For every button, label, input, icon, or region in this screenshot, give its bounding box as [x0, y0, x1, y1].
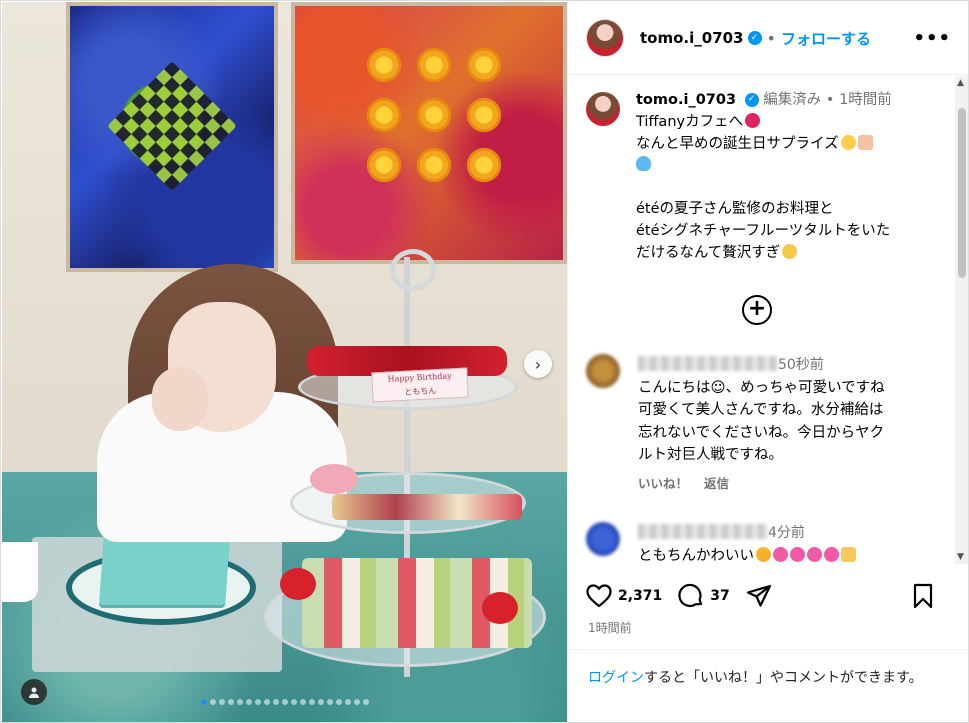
caption-line: étéの夏子さん監修のお料理と [636, 200, 834, 217]
caption-line: なんと早めの誕生日サプライズ [636, 135, 839, 152]
post-timestamp[interactable]: 1時間前 [588, 619, 632, 636]
commenter-name[interactable] [638, 524, 768, 539]
bookmark-icon[interactable] [912, 583, 934, 609]
comment-time[interactable]: 50秒前 [778, 357, 824, 373]
comments-scroll-area[interactable]: tomo.i_0703 ✓ 編集済み • 1時間前 Tiffanyカフェへ なん… [568, 76, 968, 564]
avatar[interactable] [586, 92, 620, 126]
slide-dot [227, 699, 234, 705]
post-header: tomo.i_0703 ✓ • フォローする ••• [568, 2, 968, 75]
slide-dot [272, 699, 279, 705]
edited-label: 編集済み [763, 92, 822, 108]
middle-pastries [332, 494, 522, 520]
slide-dot [353, 699, 360, 705]
slide-dot [299, 699, 306, 705]
slide-dot [344, 699, 351, 705]
scrollbar-thumb[interactable] [958, 108, 966, 278]
caption-username[interactable]: tomo.i_0703 [636, 92, 736, 108]
tomato [280, 568, 316, 600]
verified-icon: ✓ [747, 31, 762, 45]
post-details-panel: tomo.i_0703 ✓ • フォローする ••• tomo.i_0703 ✓… [567, 2, 968, 722]
slide-dot [362, 699, 369, 705]
slide-dot [317, 699, 324, 705]
tea-stand-handle [390, 249, 436, 291]
tomato [482, 592, 518, 624]
wall-art-blue [66, 2, 278, 272]
pink-heart-emoji-icon [790, 546, 805, 562]
comment-time[interactable]: 4分前 [768, 525, 805, 541]
slide-dot [326, 699, 333, 705]
more-options-icon[interactable]: ••• [913, 28, 951, 49]
load-more-comments-button[interactable]: + [742, 295, 772, 325]
slide-dot [254, 699, 261, 705]
love-you-gesture-emoji-icon [841, 546, 856, 562]
slide-dot [308, 699, 315, 705]
scrollbar[interactable]: ▲ ▼ [955, 76, 968, 564]
birthday-card: Happy Birthday ともちん [371, 367, 469, 403]
commenter-name[interactable] [638, 356, 778, 371]
post-viewer: Happy Birthday ともちん › tomo.i_0703 ✓ • フォロ… [0, 0, 969, 723]
person-icon [29, 687, 39, 698]
slide-dot [263, 699, 270, 705]
slide-dot [281, 699, 288, 705]
header-username[interactable]: tomo.i_0703 [640, 29, 744, 47]
login-prompt-text: すると「いいね！」やコメントができます。 [644, 670, 923, 686]
comment-text: こんにちは☺︎、めっちゃ可愛いですね [638, 379, 885, 396]
post-actions: 2,371 37 [586, 574, 956, 618]
heart-icon[interactable] [586, 584, 612, 608]
lips-emoji-icon [745, 112, 761, 128]
verified-icon: ✓ [744, 93, 759, 107]
caption-line: Tiffanyカフェへ [636, 113, 744, 130]
comment: 50秒前 こんにちは☺︎、めっちゃ可愛いですね 可愛くて美人さんですね。水分補給… [586, 354, 956, 495]
slide-dot [236, 699, 243, 705]
comment-reply-button[interactable]: 返信 [704, 476, 729, 491]
login-prompt: ログインすると「いいね！」やコメントができます。 [568, 649, 968, 688]
share-icon[interactable] [746, 584, 772, 608]
scroll-up-icon[interactable]: ▲ [957, 78, 964, 88]
heart-eyes-emoji-icon [756, 546, 771, 562]
caption-line: étéシグネチャーフルーツタルトをいた [636, 222, 891, 239]
slide-dot [209, 699, 216, 705]
slide-dot [335, 699, 342, 705]
caption: tomo.i_0703 ✓ 編集済み • 1時間前 Tiffanyカフェへ なん… [568, 76, 968, 264]
sparkles-emoji-icon [782, 243, 798, 259]
slide-dot [218, 699, 225, 705]
caption-line: だけるなんて贅沢すぎ [636, 244, 781, 261]
comment: 4分前 ともちんかわいい [586, 522, 956, 564]
cake-emoji-icon [857, 134, 873, 150]
comment-text: ルト対巨人戦ですね。 [638, 447, 783, 463]
pink-heart-emoji-icon [807, 546, 822, 562]
slide-indicator [2, 699, 567, 705]
macaron [310, 464, 358, 494]
like-count[interactable]: 2,371 [618, 588, 662, 604]
login-link[interactable]: ログイン [588, 670, 644, 686]
comment-text: 可愛くて美人さんですね。水分補給は [638, 402, 884, 418]
follow-button[interactable]: フォローする [781, 28, 871, 49]
scroll-down-icon[interactable]: ▼ [957, 552, 964, 562]
comment-icon[interactable] [678, 583, 704, 609]
comment-count[interactable]: 37 [710, 588, 729, 604]
slide-dot [290, 699, 297, 705]
comment-like-button[interactable]: いいね！ [638, 476, 688, 491]
blue-heart-emoji-icon [636, 156, 651, 172]
coffee-cup [2, 542, 38, 602]
next-slide-button[interactable]: › [524, 350, 552, 378]
avatar[interactable] [586, 19, 624, 57]
slide-dot [245, 699, 252, 705]
caption-time[interactable]: 1時間前 [839, 92, 892, 108]
wall-art-roses [291, 2, 567, 264]
pink-heart-emoji-icon [773, 546, 788, 562]
separator-dot: • [766, 28, 776, 48]
slide-dot [200, 699, 207, 705]
post-media[interactable]: Happy Birthday ともちん › [2, 2, 567, 722]
comment-text: 忘れないでくださいね。今日からヤク [638, 424, 885, 441]
person-hand [152, 367, 208, 431]
crying-face-emoji-icon [840, 134, 856, 150]
pink-heart-emoji-icon [824, 546, 839, 562]
avatar[interactable] [586, 354, 620, 388]
avatar[interactable] [586, 522, 620, 556]
comment-text: ともちんかわいい [638, 547, 754, 564]
